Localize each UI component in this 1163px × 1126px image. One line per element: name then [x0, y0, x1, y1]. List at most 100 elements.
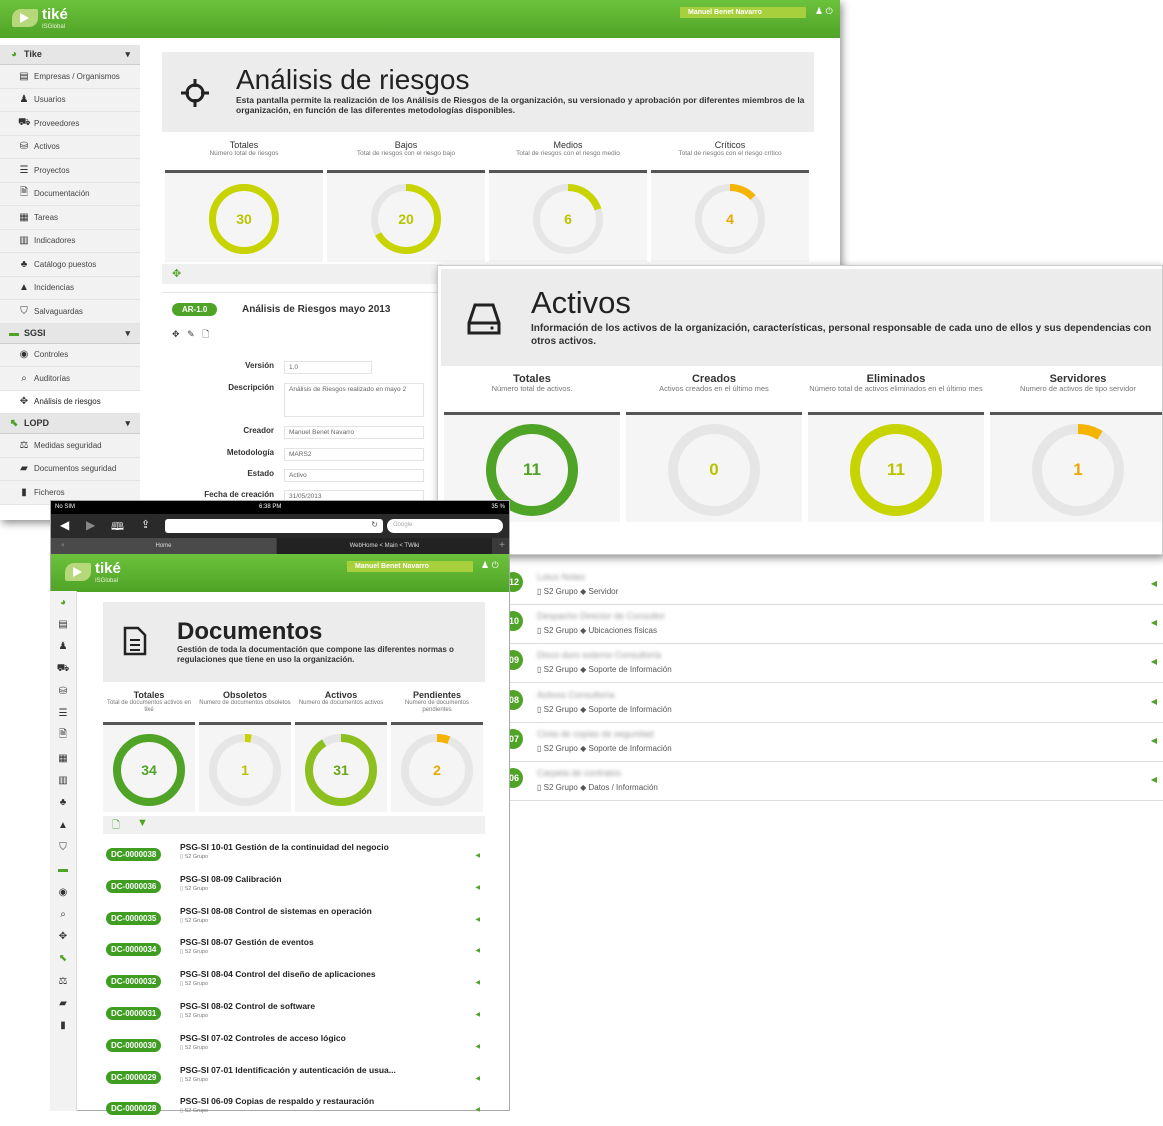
- form-value[interactable]: MARS2: [284, 448, 424, 461]
- sidebar-item[interactable]: ☰ Proyectos: [0, 159, 140, 183]
- chevron-left-icon[interactable]: ◀: [1151, 618, 1157, 627]
- sidebar-icon[interactable]: 🗎: [50, 725, 76, 747]
- chevron-left-icon[interactable]: ◀: [475, 979, 480, 986]
- chevron-left-icon[interactable]: ◀: [475, 1106, 480, 1113]
- list-item[interactable]: 06 Carpeta de contratos ▯ S2 Grupo ◆ Datos…: [503, 762, 1163, 801]
- chevron-left-icon[interactable]: ◀: [1151, 579, 1157, 588]
- sidebar-item[interactable]: ▰ Documentos seguridad: [0, 457, 140, 481]
- user-name[interactable]: Manuel Benet Navarro: [347, 561, 473, 572]
- chevron-left-icon[interactable]: ◀: [1151, 736, 1157, 745]
- new-document-icon[interactable]: 🗋: [112, 818, 120, 835]
- sidebar-icon[interactable]: ⌕: [50, 903, 76, 925]
- document-code[interactable]: DC-0000032: [106, 975, 162, 989]
- chevron-down-icon[interactable]: ▾: [125, 49, 130, 60]
- list-item[interactable]: 10 Despacho Director de Consultor ▯ S2 Gru…: [503, 605, 1163, 645]
- sidebar-icon[interactable]: ⛉: [50, 836, 76, 858]
- bookmarks-icon[interactable]: 🕮: [111, 518, 124, 537]
- table-row[interactable]: DC-0000035 PSG-SI 08-08 Control de sistem…: [106, 904, 484, 936]
- filter-icon[interactable]: ▼: [137, 817, 148, 829]
- user-icon[interactable]: ♟: [481, 560, 489, 570]
- sidebar-icon[interactable]: ▰: [50, 992, 76, 1014]
- document-code[interactable]: DC-0000030: [106, 1038, 162, 1052]
- sidebar-item[interactable]: 🗎 Documentación: [0, 182, 140, 206]
- form-value[interactable]: Análisis de Riesgos realizado en mayo 2: [284, 383, 424, 417]
- form-value[interactable]: Manuel Benet Navarro: [284, 426, 424, 439]
- sidebar-icon[interactable]: ◉: [50, 881, 76, 903]
- power-icon[interactable]: ⏻: [826, 6, 833, 16]
- close-tab-icon[interactable]: ×: [61, 538, 65, 554]
- table-row[interactable]: DC-0000034 PSG-SI 08-07 Gestión de evento…: [106, 935, 484, 967]
- sidebar-section-sgsi[interactable]: ▬ SGSI ▾: [0, 323, 140, 344]
- chevron-left-icon[interactable]: ◀: [475, 884, 480, 891]
- sidebar-icon[interactable]: ▮: [50, 1015, 76, 1037]
- chevron-left-icon[interactable]: ◀: [1151, 697, 1157, 706]
- sidebar-icon[interactable]: ▬: [50, 859, 76, 881]
- add-icon[interactable]: ✥: [172, 267, 181, 280]
- document-code[interactable]: DC-0000029: [106, 1070, 162, 1084]
- share-icon[interactable]: ⇪: [141, 518, 150, 531]
- sidebar-item[interactable]: ♣ Catálogo puestos: [0, 253, 140, 277]
- document-code[interactable]: DC-0000035: [106, 911, 162, 925]
- version-badge[interactable]: AR-1.0: [172, 303, 218, 316]
- sidebar-item[interactable]: ▦ Tareas: [0, 206, 140, 230]
- app-logo[interactable]: tiké ISGlobal: [65, 560, 121, 584]
- sidebar-icon[interactable]: ▲: [50, 814, 76, 836]
- document-code[interactable]: DC-0000031: [106, 1007, 162, 1020]
- tab-home[interactable]: × Home: [51, 538, 276, 554]
- document-code[interactable]: DC-0000036: [106, 879, 162, 893]
- sidebar-item[interactable]: ▥ Indicadores: [0, 229, 140, 253]
- sidebar-section-lopd[interactable]: ⬉ LOPD ▾: [0, 414, 140, 434]
- chevron-down-icon[interactable]: ▾: [125, 418, 130, 429]
- sidebar-item[interactable]: ⛁ Activos: [0, 135, 140, 159]
- table-row[interactable]: DC-0000031 PSG-SI 08-02 Control de softwa…: [106, 999, 484, 1031]
- sidebar-icon[interactable]: ▦: [50, 747, 76, 769]
- chevron-left-icon[interactable]: ◀: [475, 1043, 480, 1050]
- list-item[interactable]: 09 Disco duro externo Consultoría ▯ S2 Gru…: [503, 644, 1163, 684]
- sidebar-icon[interactable]: ⚖: [50, 970, 76, 992]
- chevron-left-icon[interactable]: ◀: [1151, 775, 1157, 784]
- sidebar-icon[interactable]: ⛁: [50, 680, 76, 702]
- sidebar-icon[interactable]: ▤: [50, 613, 76, 635]
- sidebar-icon[interactable]: ♣: [50, 792, 76, 814]
- sidebar-item[interactable]: ✥ Análisis de riesgos: [0, 390, 140, 414]
- sidebar-item[interactable]: ▲ Incidencias: [0, 276, 140, 300]
- new-tab-icon[interactable]: +: [499, 540, 505, 551]
- chevron-left-icon[interactable]: ◀: [1151, 657, 1157, 666]
- form-value[interactable]: Activo: [284, 469, 424, 482]
- list-item[interactable]: 07 Cinta de copias de seguridad ▯ S2 Grupo…: [503, 723, 1163, 762]
- document-code[interactable]: DC-0000034: [106, 943, 162, 957]
- table-row[interactable]: DC-0000032 PSG-SI 08-04 Control del diseñ…: [106, 967, 484, 999]
- sidebar-item[interactable]: ⛟ Proveedores: [0, 112, 140, 136]
- sidebar-item[interactable]: ♟ Usuarios: [0, 88, 140, 112]
- sidebar-icon[interactable]: ♟: [50, 636, 76, 658]
- form-value[interactable]: 1.0: [284, 361, 372, 374]
- power-icon[interactable]: ⏻: [492, 560, 499, 570]
- tab-twiki[interactable]: WebHome < Main < TWiki: [277, 538, 492, 554]
- chevron-left-icon[interactable]: ◀: [475, 1075, 480, 1082]
- crosshair-small-icon[interactable]: ✥: [172, 329, 180, 339]
- chevron-left-icon[interactable]: ◀: [475, 947, 480, 954]
- document-icon[interactable]: 🗋: [202, 329, 209, 339]
- document-code[interactable]: DC-0000028: [106, 1102, 162, 1116]
- table-row[interactable]: DC-0000036 PSG-SI 08-09 Calibración ▯ S2 G…: [106, 872, 484, 904]
- sidebar-item[interactable]: ▤ Empresas / Organismos: [0, 65, 140, 89]
- sidebar-item[interactable]: ⛉ Salvaguardas: [0, 300, 140, 324]
- document-code[interactable]: DC-0000038: [106, 848, 162, 861]
- sidebar-item[interactable]: ◉ Controles: [0, 343, 140, 367]
- pencil-icon[interactable]: ✎: [187, 329, 195, 339]
- sidebar-icon[interactable]: ☰: [50, 702, 76, 724]
- chevron-left-icon[interactable]: ◀: [475, 916, 480, 923]
- user-icon[interactable]: ♟: [815, 6, 823, 16]
- sidebar-icon[interactable]: ✥: [50, 925, 76, 947]
- back-icon[interactable]: ◀: [60, 518, 69, 532]
- table-row[interactable]: DC-0000028 PSG-SI 06-09 Copias de respald…: [106, 1094, 484, 1126]
- sidebar-item[interactable]: ⌕ Auditorías: [0, 367, 140, 391]
- sidebar-icon[interactable]: ⛟: [50, 658, 76, 680]
- reload-icon[interactable]: ↻: [371, 520, 378, 529]
- search-field[interactable]: Google: [387, 519, 503, 533]
- table-row[interactable]: DC-0000030 PSG-SI 07-02 Controles de acce…: [106, 1031, 484, 1063]
- url-field[interactable]: ↻: [165, 519, 383, 533]
- table-row[interactable]: DC-0000029 PSG-SI 07-01 Identificación y …: [106, 1063, 484, 1095]
- sidebar-item[interactable]: ⚖ Medidas seguridad: [0, 434, 140, 458]
- list-item[interactable]: 12 Lotus Notes ▯ S2 Grupo ◆ Servidor ◀: [503, 566, 1163, 605]
